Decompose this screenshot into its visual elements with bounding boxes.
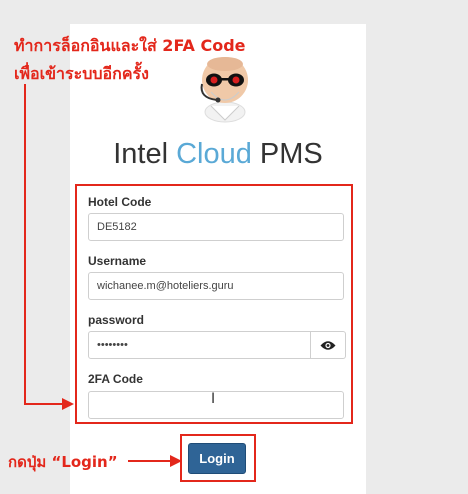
username-input[interactable] [88,272,344,300]
annotation-top-line1: ทำการล็อกอินและใส่ 2FA Code [14,36,246,55]
hotel-code-input[interactable] [88,213,344,241]
twofa-label: 2FA Code [88,372,143,386]
arrow-head-icon [62,398,74,410]
password-input[interactable] [88,331,311,359]
hotel-code-label: Hotel Code [88,195,152,209]
arrow-head-icon [170,455,182,467]
ibeam-cursor-icon: I [211,391,216,407]
app-title: Intel Cloud PMS [70,138,366,171]
app-title-part2: Cloud [176,138,252,170]
annotation-arrow-line-bottom [128,460,172,462]
annotation-arrow-line-horizontal [24,403,64,405]
login-button[interactable]: Login [188,443,246,474]
annotation-top-line2: เพื่อเข้าระบบอีกครั้ง [14,64,149,83]
app-title-part1: Intel [113,138,177,170]
annotation-arrow-line-vertical [24,84,26,404]
twofa-input[interactable] [88,391,344,419]
annotation-bottom: กดปุ่ม “Login” [8,453,118,471]
show-password-button[interactable] [311,331,346,359]
username-label: Username [88,254,147,268]
eye-icon [320,340,336,350]
password-label: password [88,313,145,327]
app-title-part3: PMS [251,138,323,170]
